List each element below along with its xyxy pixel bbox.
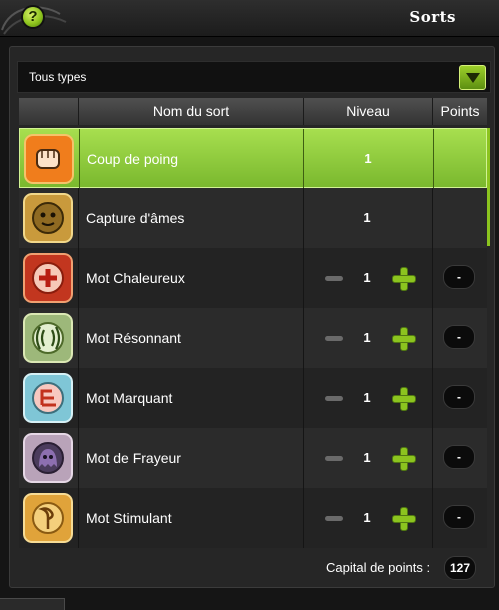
help-button[interactable]: ? [23, 7, 43, 27]
spell-level: 1 [363, 210, 371, 225]
dropdown-arrow-icon[interactable] [459, 65, 486, 90]
spell-level: 1 [364, 151, 372, 166]
spell-level: 1 [363, 270, 371, 285]
increase-level-button[interactable] [392, 447, 416, 471]
spell-points: - [443, 265, 475, 289]
soul-capture-icon [23, 193, 73, 243]
heal-cross-icon [23, 253, 73, 303]
header-spell-name[interactable]: Nom du sort [79, 98, 303, 125]
spell-name: Coup de poing [87, 151, 179, 167]
decrease-level-button[interactable] [325, 396, 343, 401]
spell-points: - [443, 325, 475, 349]
title-bar: ? Sorts [0, 0, 499, 37]
spell-points: - [443, 445, 475, 469]
column-divider [432, 188, 433, 248]
spell-level: 1 [363, 510, 371, 525]
column-divider [432, 488, 433, 548]
column-divider [303, 129, 304, 189]
column-divider [79, 129, 80, 189]
column-divider [78, 248, 79, 308]
table-scrollbar[interactable] [487, 128, 490, 246]
sound-wave-icon [23, 313, 73, 363]
increase-level-button[interactable] [392, 507, 416, 531]
type-filter-dropdown[interactable]: Tous types [17, 61, 491, 93]
spell-row[interactable]: Mot Chaleureux 1 - [19, 248, 487, 308]
increase-level-button[interactable] [392, 387, 416, 411]
spell-row[interactable]: Capture d'âmes 1 [19, 188, 487, 248]
spell-level: 1 [363, 390, 371, 405]
column-divider [303, 428, 304, 488]
column-divider [432, 368, 433, 428]
spell-row[interactable]: Coup de poing 1 [19, 128, 487, 189]
column-divider [78, 188, 79, 248]
column-divider [432, 428, 433, 488]
column-divider [303, 368, 304, 428]
bottom-tab[interactable] [0, 598, 65, 610]
decrease-level-button[interactable] [325, 456, 343, 461]
column-divider [432, 308, 433, 368]
decrease-level-button[interactable] [325, 516, 343, 521]
spell-row[interactable]: Mot Résonnant 1 - [19, 308, 487, 368]
column-divider [78, 368, 79, 428]
mark-icon [23, 373, 73, 423]
column-divider [78, 308, 79, 368]
column-divider [78, 428, 79, 488]
spell-name: Capture d'âmes [86, 210, 185, 226]
header-points[interactable]: Points [433, 98, 487, 125]
window-title: Sorts [409, 8, 456, 26]
capital-points-value: 127 [444, 556, 476, 580]
spell-row[interactable]: Mot Stimulant 1 - [19, 488, 487, 548]
column-divider [78, 488, 79, 548]
spell-points: - [443, 505, 475, 529]
fist-icon [24, 134, 74, 184]
spell-name: Mot Chaleureux [86, 270, 185, 286]
spell-level: 1 [363, 450, 371, 465]
decrease-level-button[interactable] [325, 336, 343, 341]
spell-name: Mot Stimulant [86, 510, 172, 526]
increase-level-button[interactable] [392, 267, 416, 291]
increase-level-button[interactable] [392, 327, 416, 351]
column-divider [433, 129, 434, 189]
table-header: Nom du sort Niveau Points [19, 98, 487, 125]
spell-row[interactable]: Mot Marquant 1 - [19, 368, 487, 428]
column-divider [303, 248, 304, 308]
header-level[interactable]: Niveau [304, 98, 432, 125]
spell-name: Mot Marquant [86, 390, 173, 406]
spell-name: Mot Résonnant [86, 330, 181, 346]
spell-row[interactable]: Mot de Frayeur 1 - [19, 428, 487, 488]
filter-selected-value: Tous types [29, 70, 87, 84]
sprout-icon [23, 493, 73, 543]
fear-ghost-icon [23, 433, 73, 483]
spell-name: Mot de Frayeur [86, 450, 181, 466]
spell-points: - [443, 385, 475, 409]
spell-level: 1 [363, 330, 371, 345]
column-divider [432, 248, 433, 308]
decrease-level-button[interactable] [325, 276, 343, 281]
capital-label: Capital de points : [326, 560, 431, 575]
column-divider [303, 488, 304, 548]
column-divider [303, 188, 304, 248]
column-divider [303, 308, 304, 368]
